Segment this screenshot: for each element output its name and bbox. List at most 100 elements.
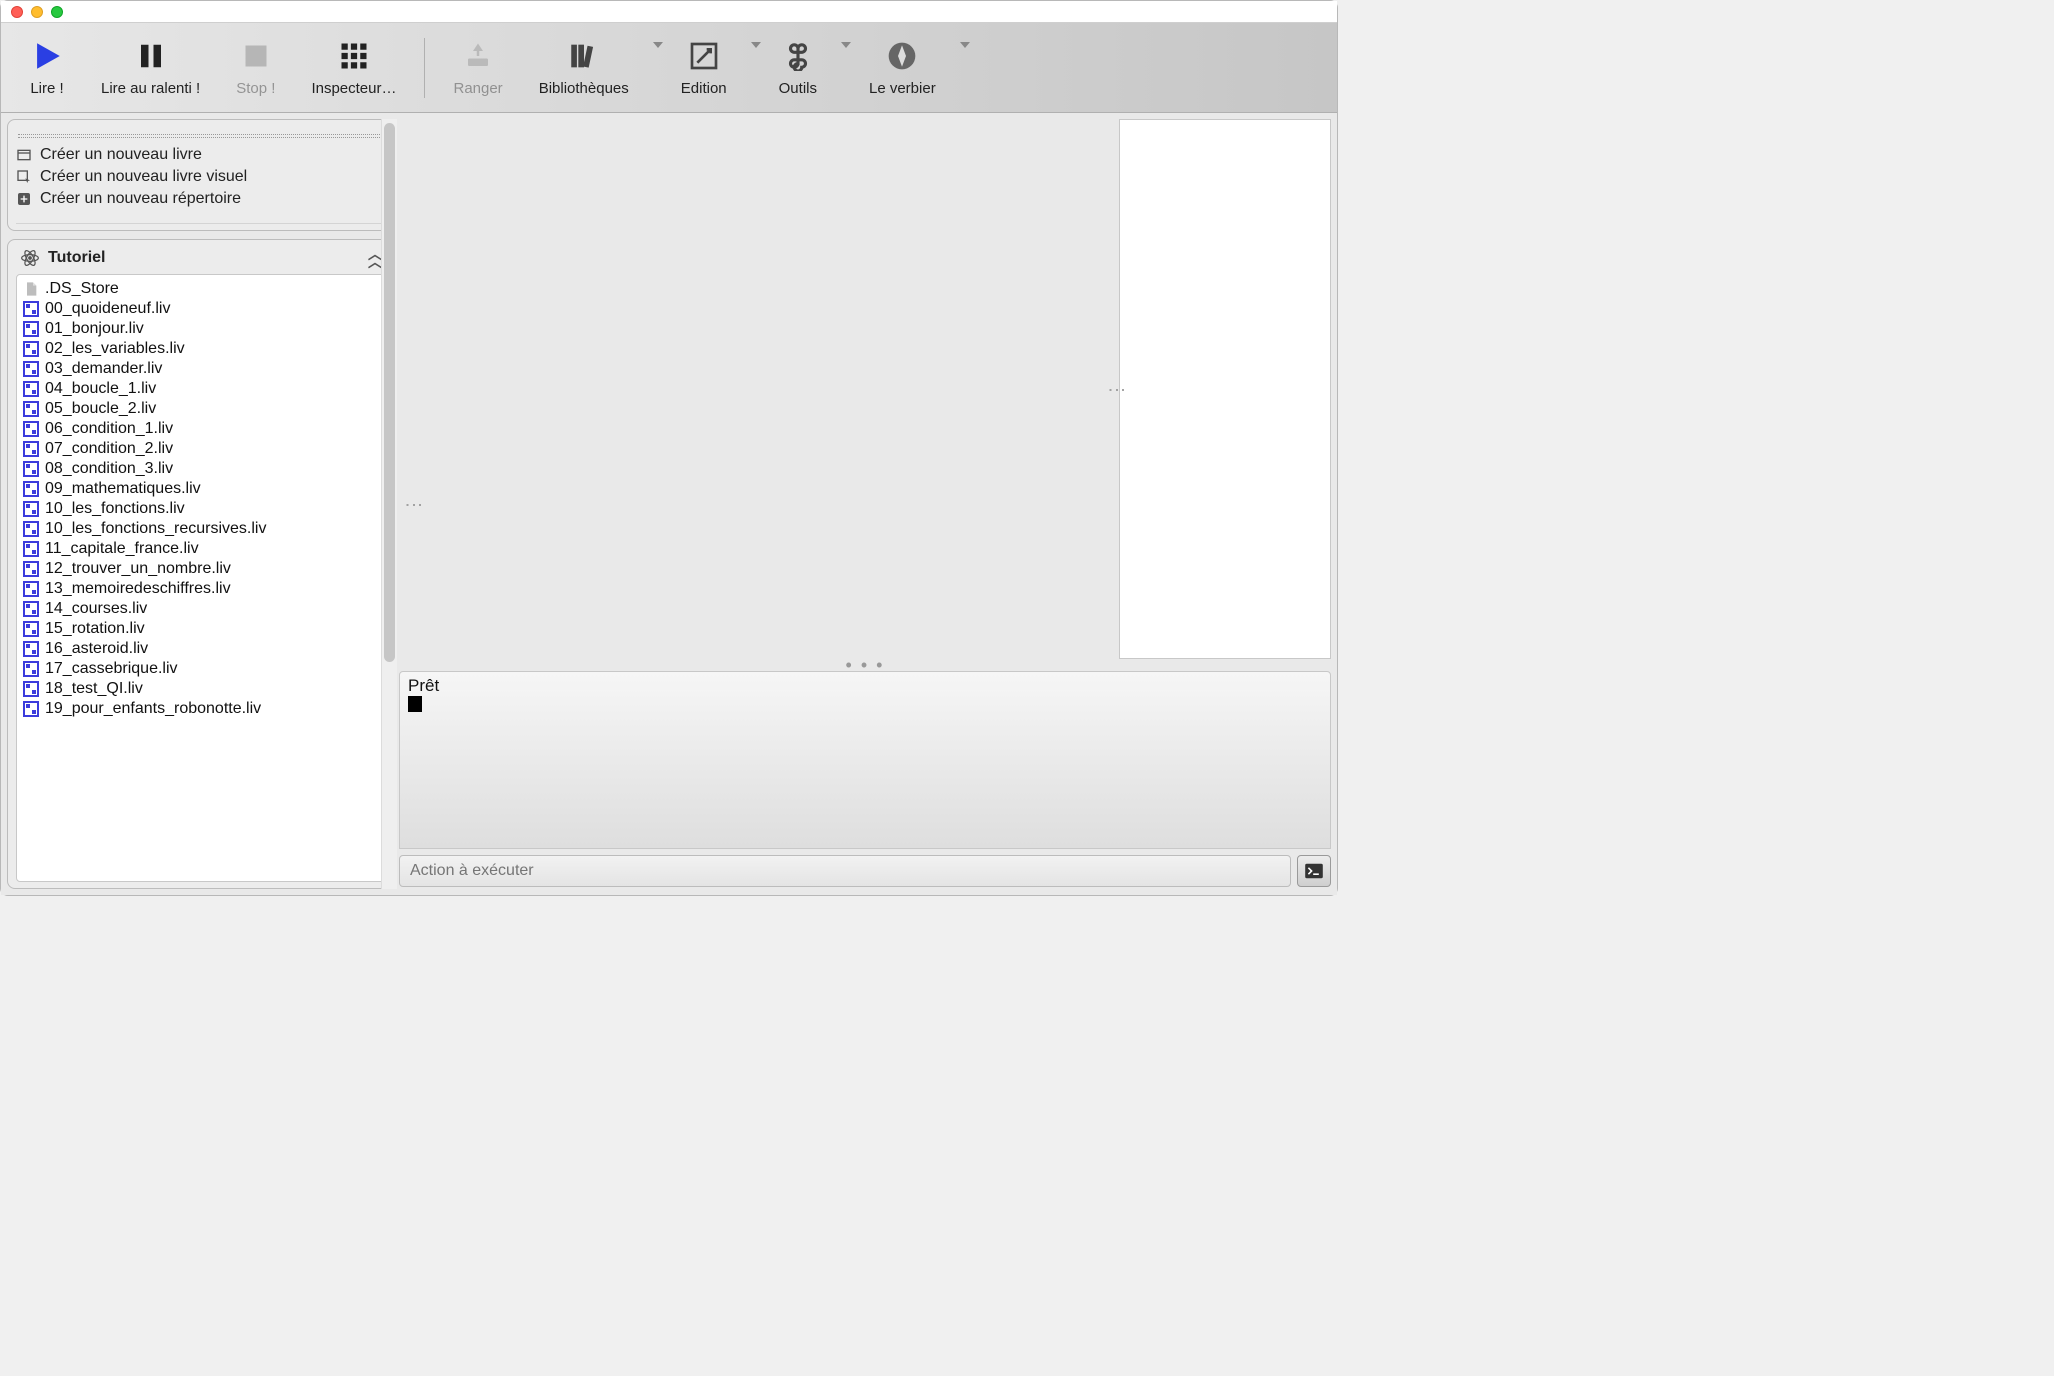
window-zoom-button[interactable] [51,6,63,18]
chevron-down-icon [653,42,663,48]
liv-file-icon [23,541,39,557]
tools-label: Outils [779,80,817,97]
file-name: 13_memoiredeschiffres.liv [45,580,231,598]
create-new-book[interactable]: Créer un nouveau livre [16,144,386,166]
command-input[interactable] [399,855,1291,887]
play-icon [29,38,65,74]
file-name: 08_condition_3.liv [45,460,173,478]
command-run-button[interactable] [1297,855,1331,887]
verbier-menu[interactable]: Le verbier [851,38,954,97]
file-item[interactable]: 05_boucle_2.liv [23,399,379,419]
cleanup-button[interactable]: Ranger [435,38,520,97]
stop-label: Stop ! [236,80,275,97]
file-item[interactable]: 06_condition_1.liv [23,419,379,439]
file-name: 07_condition_2.liv [45,440,173,458]
chevron-down-icon [751,42,761,48]
collapse-icon[interactable]: ︿︿ [368,250,382,266]
file-item[interactable]: 13_memoiredeschiffres.liv [23,579,379,599]
run-slow-button[interactable]: Lire au ralenti ! [83,23,218,112]
editor-blank [399,119,1115,659]
toolbar-separator [424,38,425,98]
vertical-splitter-right[interactable]: ⋮ [1106,381,1128,397]
file-item[interactable]: 00_quoideneuf.liv [23,299,379,319]
file-name: 11_capitale_france.liv [45,540,199,558]
file-item[interactable]: 16_asteroid.liv [23,639,379,659]
terminal-icon [1304,863,1324,879]
sidebar-scrollbar[interactable] [381,119,397,889]
drag-handle[interactable] [18,134,384,138]
liv-file-icon [23,681,39,697]
file-item[interactable]: 03_demander.liv [23,359,379,379]
stop-button[interactable]: Stop ! [218,23,293,112]
file-item[interactable]: 01_bonjour.liv [23,319,379,339]
liv-file-icon [23,441,39,457]
liv-file-icon [23,621,39,637]
file-name: 12_trouver_un_nombre.liv [45,560,231,578]
liv-file-icon [23,561,39,577]
file-name: .DS_Store [45,280,119,298]
tools-menu[interactable]: Outils [761,38,835,97]
libraries-menu[interactable]: Bibliothèques [521,38,647,97]
pause-icon [133,38,169,74]
file-name: 16_asteroid.liv [45,640,148,658]
file-name: 14_courses.liv [45,600,147,618]
file-item[interactable]: 04_boucle_1.liv [23,379,379,399]
liv-file-icon [23,661,39,677]
tutoriel-header[interactable]: Tutoriel ︿︿ [16,246,386,274]
liv-file-icon [23,381,39,397]
file-item[interactable]: 12_trouver_un_nombre.liv [23,559,379,579]
run-button[interactable]: Lire ! [11,23,83,112]
create-new-visual-book[interactable]: Créer un nouveau livre visuel [16,166,386,188]
file-name: 01_bonjour.liv [45,320,144,338]
liv-file-icon [23,641,39,657]
liv-file-icon [23,581,39,597]
file-name: 18_test_QI.liv [45,680,143,698]
liv-file-icon [23,501,39,517]
right-pane: ⋮ ⋮ • • • Prêt [399,119,1331,889]
liv-file-icon [23,341,39,357]
edition-menu[interactable]: Edition [663,38,745,97]
file-name: 05_boucle_2.liv [45,400,156,418]
stop-icon [238,38,274,74]
chevron-down-icon [841,42,851,48]
window-close-button[interactable] [11,6,23,18]
liv-file-icon [23,321,39,337]
run-label: Lire ! [30,80,63,97]
file-item[interactable]: 14_courses.liv [23,599,379,619]
file-name: 10_les_fonctions.liv [45,500,185,518]
verbier-label: Le verbier [869,80,936,97]
horizontal-splitter[interactable]: • • • [399,659,1331,671]
console: Prêt [399,671,1331,849]
file-item[interactable]: 15_rotation.liv [23,619,379,639]
window-minimize-button[interactable] [31,6,43,18]
file-name: 00_quoideneuf.liv [45,300,170,318]
liv-file-icon [23,301,39,317]
file-item[interactable]: 07_condition_2.liv [23,439,379,459]
create-new-directory[interactable]: Créer un nouveau répertoire [16,188,386,210]
file-item[interactable]: 10_les_fonctions.liv [23,499,379,519]
main-area: Créer un nouveau livre Créer un nouveau … [1,113,1337,895]
file-name: 06_condition_1.liv [45,420,173,438]
liv-file-icon [23,481,39,497]
edit-icon [686,38,722,74]
file-item[interactable]: 02_les_variables.liv [23,339,379,359]
inspector-button[interactable]: Inspecteur… [293,23,414,112]
file-item[interactable]: 10_les_fonctions_recursives.liv [23,519,379,539]
file-item[interactable]: 19_pour_enfants_robonotte.liv [23,699,379,719]
side-canvas: ⋮ [1119,119,1331,659]
liv-file-icon [23,601,39,617]
inspector-label: Inspecteur… [311,80,396,97]
compass-icon [884,38,920,74]
file-item[interactable]: 08_condition_3.liv [23,459,379,479]
file-item[interactable]: .DS_Store [23,279,379,299]
file-item[interactable]: 09_mathematiques.liv [23,479,379,499]
file-item[interactable]: 18_test_QI.liv [23,679,379,699]
libraries-label: Bibliothèques [539,80,629,97]
liv-file-icon [23,521,39,537]
file-item[interactable]: 17_cassebrique.liv [23,659,379,679]
toolbar: Lire ! Lire au ralenti ! Stop ! Inspecte… [1,23,1337,113]
tutoriel-title: Tutoriel [48,249,105,267]
file-item[interactable]: 11_capitale_france.liv [23,539,379,559]
console-status: Prêt [408,676,1322,696]
command-icon [780,38,816,74]
